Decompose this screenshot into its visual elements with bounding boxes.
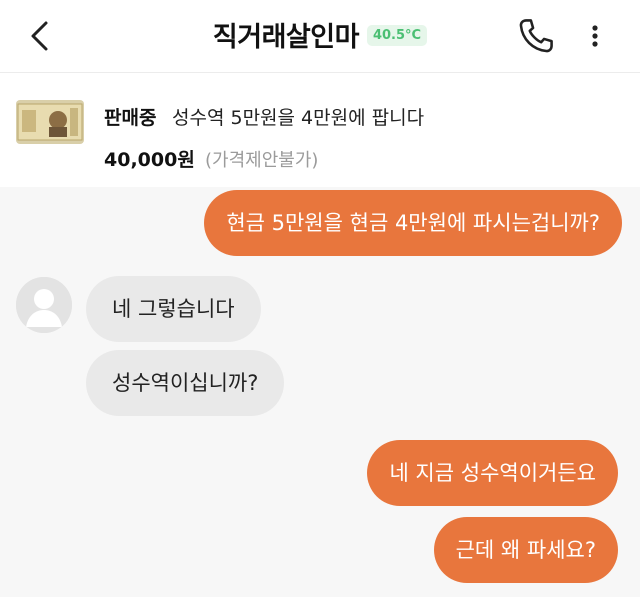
message-bubble-received[interactable]: 네 그렇습니다 [86, 276, 261, 342]
more-options-button[interactable] [580, 14, 610, 58]
chat-header: 직거래살인마 40.5°C [0, 0, 640, 72]
price-note: (가격제안불가) [205, 150, 319, 171]
message-bubble-sent[interactable]: 현금 5만원을 현금 4만원에 파시는겁니까? [204, 190, 622, 256]
call-button[interactable] [514, 14, 558, 58]
more-vertical-icon [592, 25, 598, 47]
message-bubble-sent[interactable]: 근데 왜 파세요? [433, 517, 618, 583]
phone-icon [519, 19, 553, 53]
default-avatar-icon [16, 277, 72, 333]
product-title: 성수역 5만원을 4만원에 팝니다 [172, 107, 425, 129]
message-bubble-sent[interactable]: 네 지금 성수역이거든요 [367, 440, 618, 506]
partner-avatar[interactable] [16, 277, 72, 333]
message-bubble-received[interactable]: 성수역이십니까? [86, 350, 285, 416]
banknote-image [16, 100, 84, 144]
product-status-label: 판매중 [104, 107, 157, 129]
product-thumbnail [16, 100, 84, 144]
chat-area[interactable]: 현금 5만원을 현금 4만원에 파시는겁니까? 네 그렇습니다 성수역이십니까?… [0, 187, 640, 597]
product-price: 40,000원 [104, 149, 195, 171]
partner-name: 직거래살인마 [212, 21, 360, 53]
product-info-bar[interactable]: 판매중 성수역 5만원을 4만원에 팝니다 40,000원 (가격제안불가) [0, 73, 640, 187]
manner-temperature-badge: 40.5°C [366, 24, 428, 46]
